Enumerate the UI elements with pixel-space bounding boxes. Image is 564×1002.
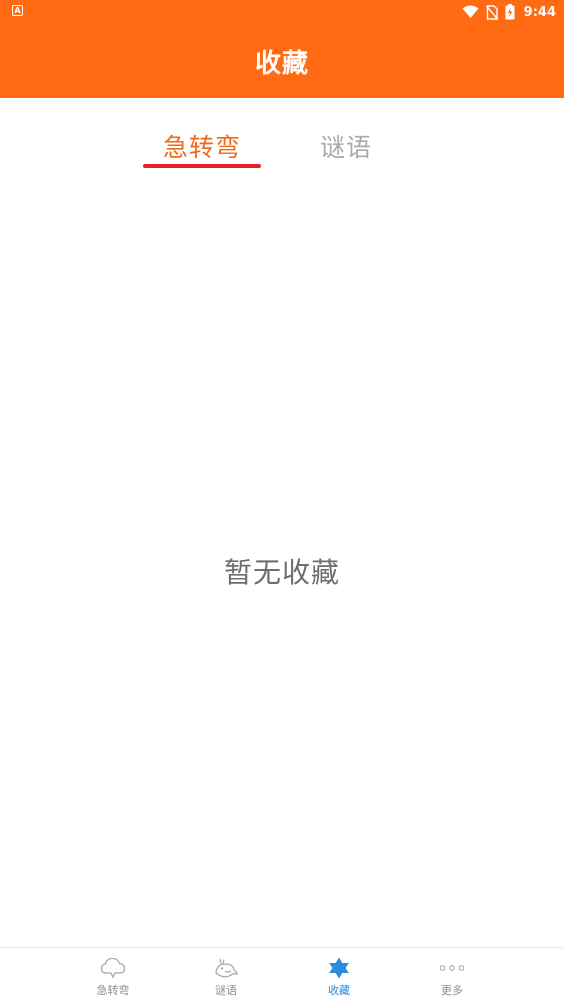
tab-bar: 急转弯 谜语 <box>0 98 564 180</box>
tab-active-indicator <box>143 164 261 168</box>
status-bar: A 9:44 <box>0 0 564 24</box>
more-dots-icon <box>439 956 465 980</box>
nav-item-more[interactable]: 更多 <box>412 948 492 1002</box>
tab-riddle[interactable]: 谜语 <box>320 128 372 164</box>
nav-item-riddle[interactable]: 谜语 <box>186 948 266 1002</box>
bird-icon <box>213 956 239 980</box>
star-icon <box>326 956 352 980</box>
no-sim-icon <box>485 4 498 20</box>
status-icons: 9:44 <box>462 2 556 22</box>
nav-item-favorites[interactable]: 收藏 <box>299 948 379 1002</box>
app-header: 收藏 <box>0 24 564 98</box>
a-notification-icon: A <box>12 5 23 16</box>
page-title: 收藏 <box>254 48 309 79</box>
tab-brain-teaser[interactable]: 急转弯 <box>163 128 241 164</box>
battery-charging-icon <box>505 4 515 20</box>
bottom-nav: 急转弯 谜语 收藏 更多 <box>0 947 564 1002</box>
cloud-icon <box>100 956 126 980</box>
nav-label-brain-teaser: 急转弯 <box>96 984 130 997</box>
status-time: 9:44 <box>523 4 556 20</box>
nav-item-brain-teaser[interactable]: 急转弯 <box>73 948 153 1002</box>
nav-label-favorites: 收藏 <box>328 984 350 997</box>
nav-label-riddle: 谜语 <box>215 984 237 997</box>
nav-label-more: 更多 <box>441 984 463 997</box>
empty-state-message: 暂无收藏 <box>223 556 340 589</box>
wifi-icon <box>462 5 479 18</box>
screen: A 9:44 收藏 急转弯 谜语 暂无收藏 急转弯 谜语 收藏 更多 <box>0 0 564 1002</box>
